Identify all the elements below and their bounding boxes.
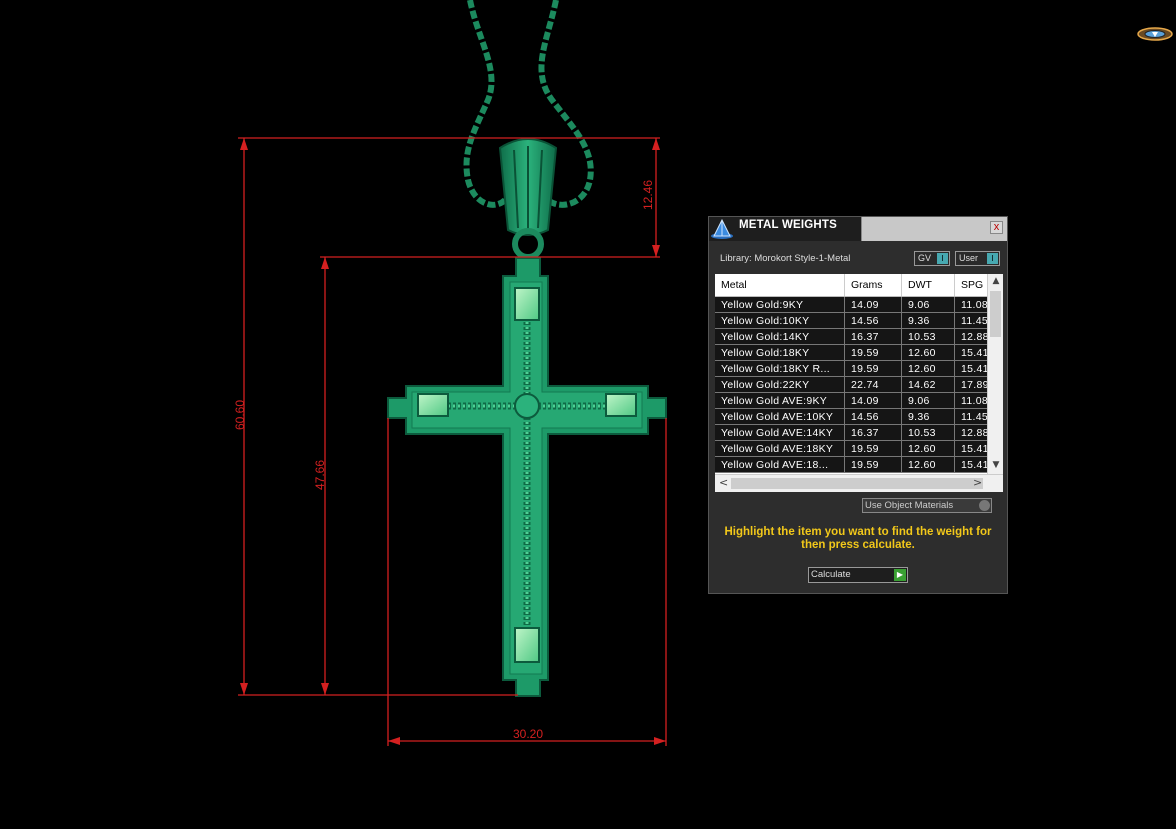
calculate-label: Calculate [811, 569, 851, 580]
metal-table[interactable]: Metal Grams DWT SPG Yellow Gold:9KY 14.09… [715, 274, 1003, 492]
cell-metal: Yellow Gold:10KY [715, 312, 845, 329]
bail [498, 138, 558, 260]
cell-dwt: 9.06 [901, 392, 955, 409]
use-object-materials-label: Use Object Materials [865, 500, 954, 511]
cell-grams: 19.59 [844, 456, 902, 473]
cell-dwt: 9.36 [901, 312, 955, 329]
table-header-row: Metal Grams DWT SPG [715, 274, 1002, 297]
metal-weights-panel: METAL WEIGHTS x Library: Morokort Style-… [708, 216, 1008, 594]
table-row[interactable]: Yellow Gold:22KY 22.74 14.62 17.89 [715, 376, 1002, 393]
cell-grams: 16.37 [844, 424, 902, 441]
cell-dwt: 9.06 [901, 296, 955, 313]
table-row[interactable]: Yellow Gold AVE:14KY 16.37 10.53 12.88 [715, 424, 1002, 441]
calculate-button[interactable]: Calculate ▶ [808, 567, 908, 583]
app-logo-icon [1137, 27, 1173, 41]
panel-title: METAL WEIGHTS [739, 219, 838, 231]
vertical-scroll-thumb[interactable] [990, 291, 1001, 337]
table-row[interactable]: Yellow Gold AVE:18... 19.59 12.60 15.41 [715, 456, 1002, 473]
horizontal-scroll-thumb[interactable] [731, 478, 983, 489]
cell-dwt: 12.60 [901, 344, 955, 361]
column-header-dwt[interactable]: DWT [901, 274, 955, 297]
horizontal-scrollbar[interactable]: < > [715, 474, 1003, 492]
radio-indicator-icon [979, 500, 990, 511]
bail-height-label: 12.46 [641, 179, 655, 211]
scroll-down-icon[interactable]: ▼ [988, 460, 1003, 470]
table-row[interactable]: Yellow Gold:10KY 14.56 9.36 11.45 [715, 312, 1002, 329]
cell-metal: Yellow Gold AVE:14KY [715, 424, 845, 441]
overall-height-label: 60.60 [233, 399, 247, 431]
close-button[interactable]: x [990, 221, 1003, 234]
play-arrow-icon: ▶ [894, 569, 906, 581]
cell-grams: 19.59 [844, 440, 902, 457]
cell-dwt: 9.36 [901, 408, 955, 425]
cell-grams: 14.09 [844, 296, 902, 313]
column-header-grams[interactable]: Grams [844, 274, 902, 297]
cell-metal: Yellow Gold:9KY [715, 296, 845, 313]
cell-grams: 19.59 [844, 344, 902, 361]
user-toggle[interactable]: User I [955, 251, 1000, 266]
table-body: Yellow Gold:9KY 14.09 9.06 11.08 Yellow Gold… [715, 296, 1002, 473]
table-row[interactable]: Yellow Gold:18KY 19.59 12.60 15.41 [715, 344, 1002, 361]
cell-metal: Yellow Gold AVE:18KY [715, 440, 845, 457]
panel-title-tab: METAL WEIGHTS [735, 217, 862, 241]
table-row[interactable]: Yellow Gold AVE:18KY 19.59 12.60 15.41 [715, 440, 1002, 457]
cell-dwt: 14.62 [901, 376, 955, 393]
table-row[interactable]: Yellow Gold:14KY 16.37 10.53 12.88 [715, 328, 1002, 345]
cell-metal: Yellow Gold:18KY R... [715, 360, 845, 377]
cell-metal: Yellow Gold:22KY [715, 376, 845, 393]
cell-grams: 14.56 [844, 408, 902, 425]
cell-grams: 14.09 [844, 392, 902, 409]
cell-metal: Yellow Gold AVE:9KY [715, 392, 845, 409]
user-toggle-label: User [959, 253, 979, 263]
column-header-metal[interactable]: Metal [715, 274, 845, 297]
table-row[interactable]: Yellow Gold:18KY R... 19.59 12.60 15.41 [715, 360, 1002, 377]
table-row[interactable]: Yellow Gold AVE:10KY 14.56 9.36 11.45 [715, 408, 1002, 425]
cell-metal: Yellow Gold:14KY [715, 328, 845, 345]
cell-metal: Yellow Gold AVE:18... [715, 456, 845, 473]
panel-app-icon [709, 217, 735, 241]
vertical-scrollbar[interactable]: ▲ ▼ [987, 274, 1003, 474]
cell-metal: Yellow Gold AVE:10KY [715, 408, 845, 425]
dimension-lines [238, 137, 667, 746]
cell-dwt: 10.53 [901, 424, 955, 441]
library-label: Library: Morokort Style-1-Metal [720, 253, 851, 264]
gv-toggle-label: GV [918, 253, 932, 263]
cell-dwt: 12.60 [901, 440, 955, 457]
table-row[interactable]: Yellow Gold AVE:9KY 14.09 9.06 11.08 [715, 392, 1002, 409]
body-height-label: 47.66 [313, 459, 327, 491]
gv-toggle-indicator: I [937, 253, 948, 264]
table-row[interactable]: Yellow Gold:9KY 14.09 9.06 11.08 [715, 296, 1002, 313]
cell-dwt: 10.53 [901, 328, 955, 345]
cell-dwt: 12.60 [901, 360, 955, 377]
center-boss [514, 393, 540, 419]
scroll-up-icon[interactable]: ▲ [988, 276, 1003, 286]
cell-grams: 14.56 [844, 312, 902, 329]
cell-grams: 22.74 [844, 376, 902, 393]
scroll-left-icon[interactable]: < [719, 476, 728, 489]
user-toggle-indicator: I [987, 253, 998, 264]
cell-metal: Yellow Gold:18KY [715, 344, 845, 361]
panel-title-bar[interactable]: METAL WEIGHTS x [709, 217, 1007, 241]
use-object-materials-button[interactable]: Use Object Materials [862, 498, 992, 513]
instruction-text: Highlight the item you want to find the … [724, 526, 992, 551]
scroll-right-icon[interactable]: > [973, 476, 982, 489]
cell-grams: 19.59 [844, 360, 902, 377]
cell-dwt: 12.60 [901, 456, 955, 473]
gv-toggle[interactable]: GV I [914, 251, 950, 266]
width-label: 30.20 [512, 727, 544, 741]
dimension-arrows [240, 138, 666, 745]
cell-grams: 16.37 [844, 328, 902, 345]
